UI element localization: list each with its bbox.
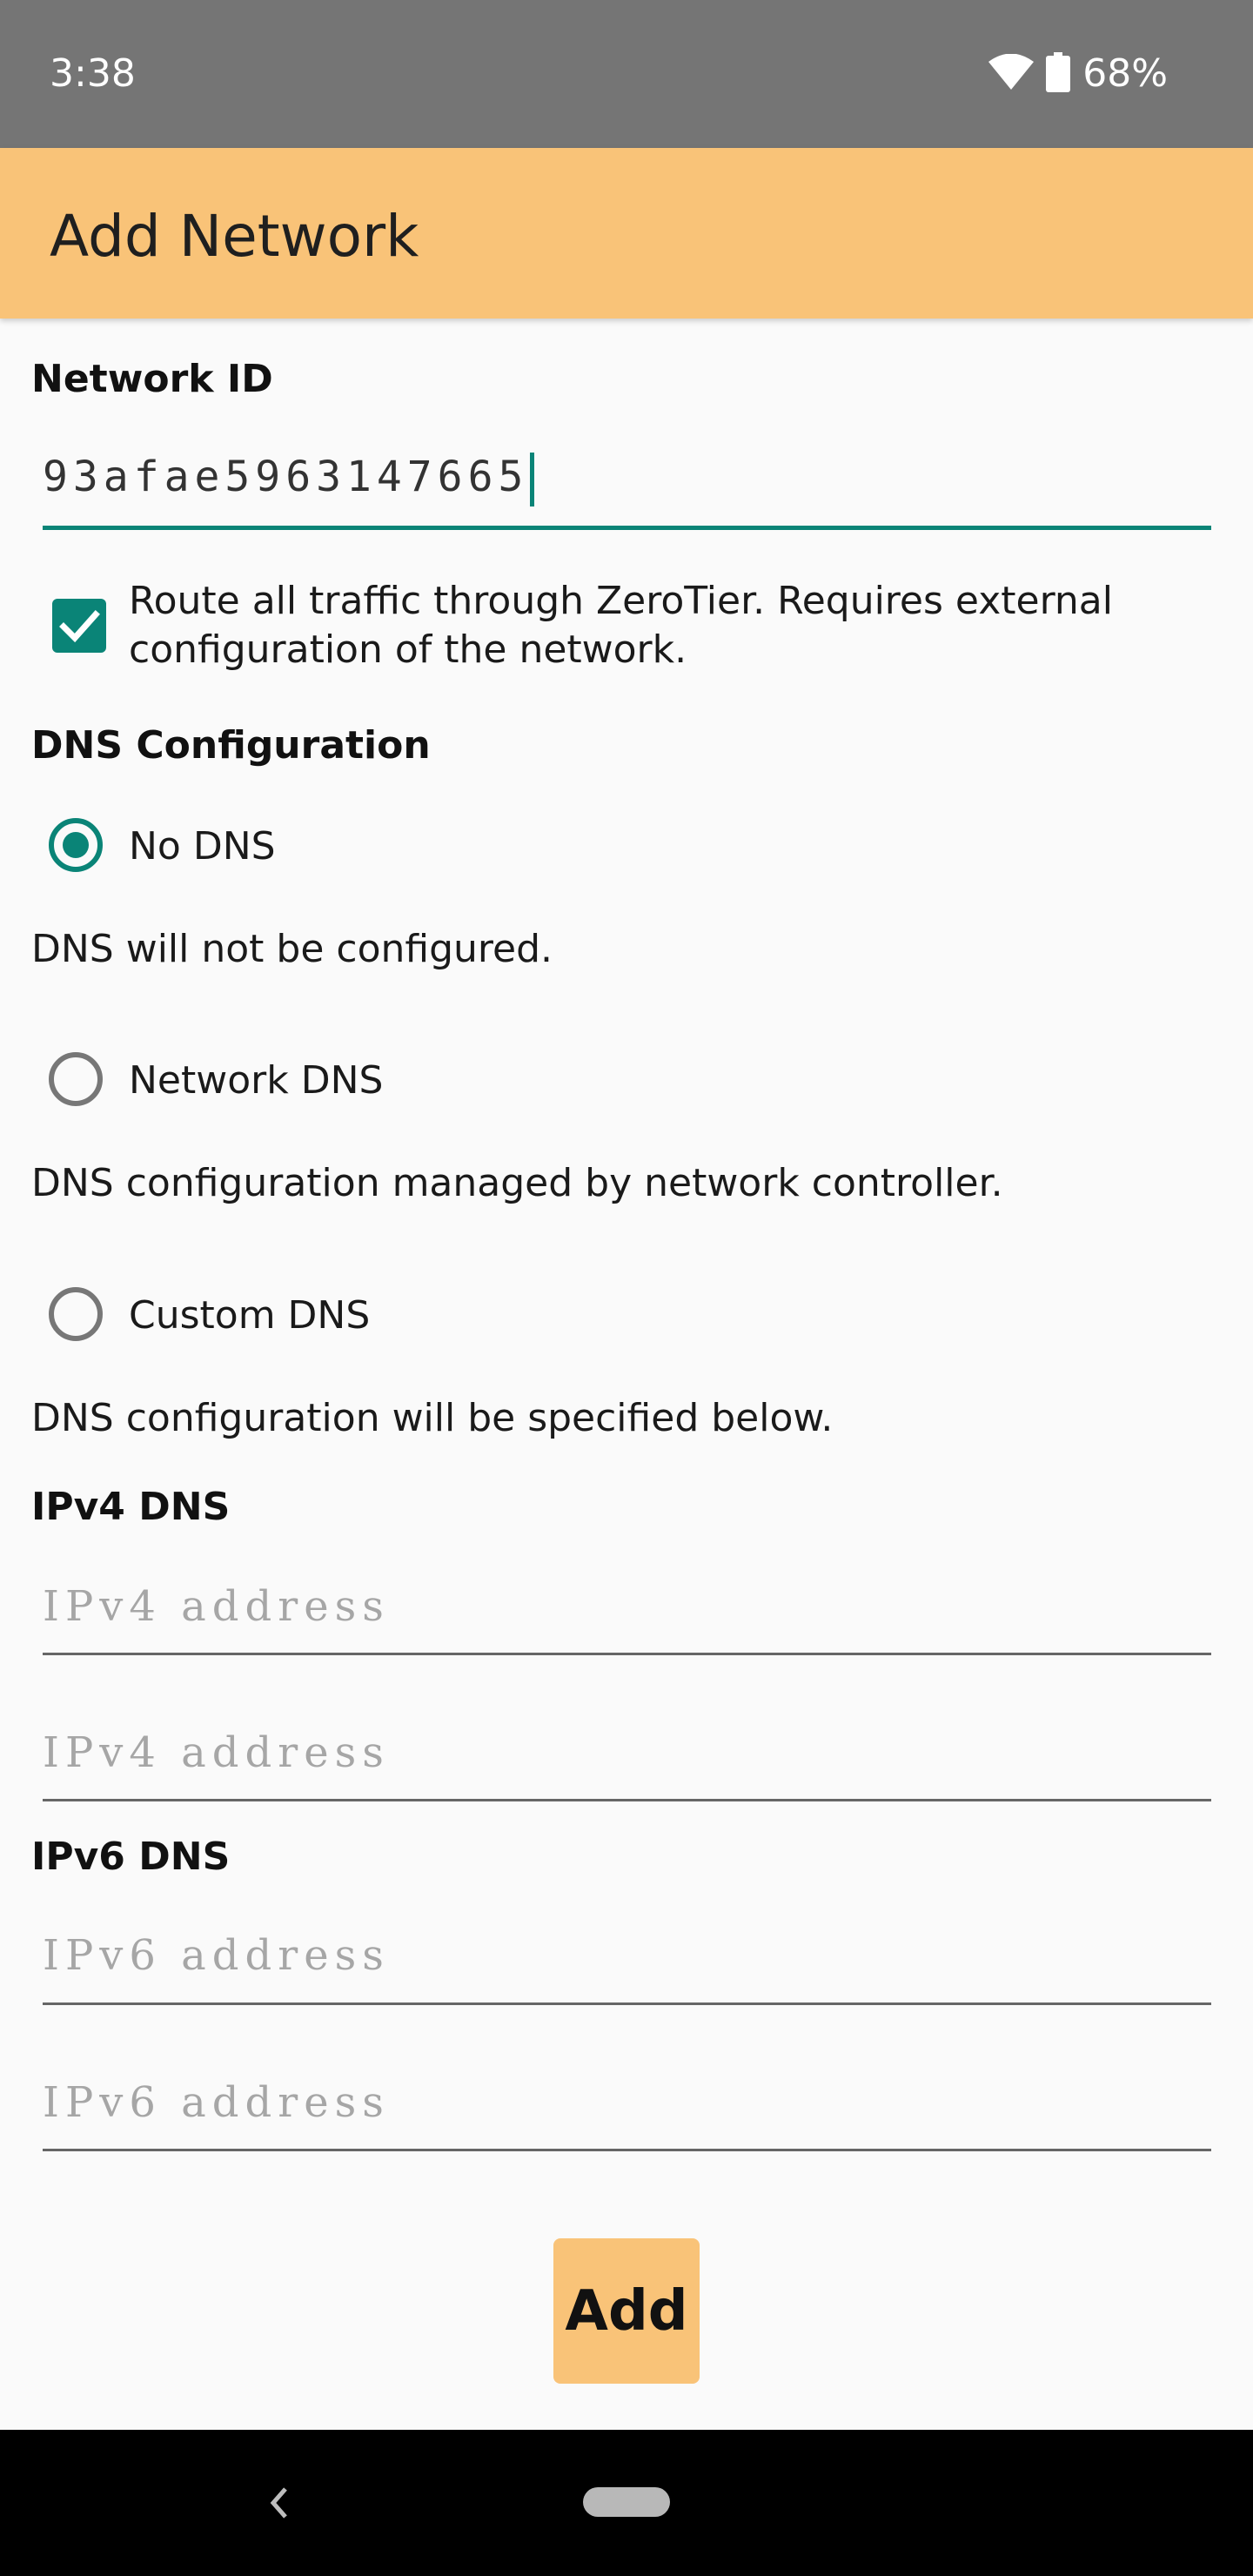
ipv6-dns-underline-1 xyxy=(43,2002,1211,2005)
back-icon[interactable] xyxy=(252,2475,305,2531)
text-caret xyxy=(530,453,535,506)
battery-percent: 68% xyxy=(1082,51,1168,96)
ipv4-dns-input-1[interactable]: IPv4 address xyxy=(43,1579,1211,1634)
home-pill-icon[interactable] xyxy=(583,2487,670,2517)
network-id-input[interactable]: 93afae5963147665 xyxy=(43,449,1211,506)
ipv4-dns-label: IPv4 DNS xyxy=(31,1485,231,1529)
radio-no-dns-label[interactable]: No DNS xyxy=(129,822,276,871)
battery-icon xyxy=(1046,52,1071,96)
checkmark-icon xyxy=(59,610,100,643)
radio-custom-dns[interactable] xyxy=(49,1287,103,1341)
ipv4-dns-underline-1 xyxy=(43,1653,1211,1655)
route-all-checkbox[interactable] xyxy=(52,599,106,653)
page-title: Add Network xyxy=(50,203,419,270)
radio-network-dns-label[interactable]: Network DNS xyxy=(129,1057,383,1105)
status-time: 3:38 xyxy=(50,51,136,96)
ipv6-dns-input-2[interactable]: IPv6 address xyxy=(43,2075,1211,2130)
ipv6-dns-underline-2 xyxy=(43,2149,1211,2151)
network-dns-description: DNS configuration managed by network con… xyxy=(31,1161,1003,1205)
network-id-underline xyxy=(43,526,1211,530)
ipv4-dns-underline-2 xyxy=(43,1799,1211,1801)
route-all-label[interactable]: Route all traffic through ZeroTier. Requ… xyxy=(129,577,1156,674)
dns-section-label: DNS Configuration xyxy=(31,723,431,768)
navigation-bar xyxy=(0,2430,1253,2576)
radio-custom-dns-label[interactable]: Custom DNS xyxy=(129,1291,370,1340)
no-dns-description: DNS will not be configured. xyxy=(31,927,553,971)
status-icons: 68% xyxy=(988,50,1168,97)
wifi-icon xyxy=(988,53,1035,94)
ipv6-dns-input-1[interactable]: IPv6 address xyxy=(43,1928,1211,1983)
ipv4-dns-input-2[interactable]: IPv4 address xyxy=(43,1725,1211,1781)
status-bar: 3:38 68% xyxy=(0,0,1253,148)
radio-network-dns[interactable] xyxy=(49,1052,103,1106)
custom-dns-description: DNS configuration will be specified belo… xyxy=(31,1396,834,1440)
network-id-label: Network ID xyxy=(31,357,273,401)
ipv6-dns-label: IPv6 DNS xyxy=(31,1835,231,1879)
add-button[interactable]: Add xyxy=(553,2238,700,2384)
network-id-value: 93afae5963147665 xyxy=(43,453,529,501)
radio-no-dns[interactable] xyxy=(49,818,103,872)
app-bar: Add Network xyxy=(0,148,1253,319)
